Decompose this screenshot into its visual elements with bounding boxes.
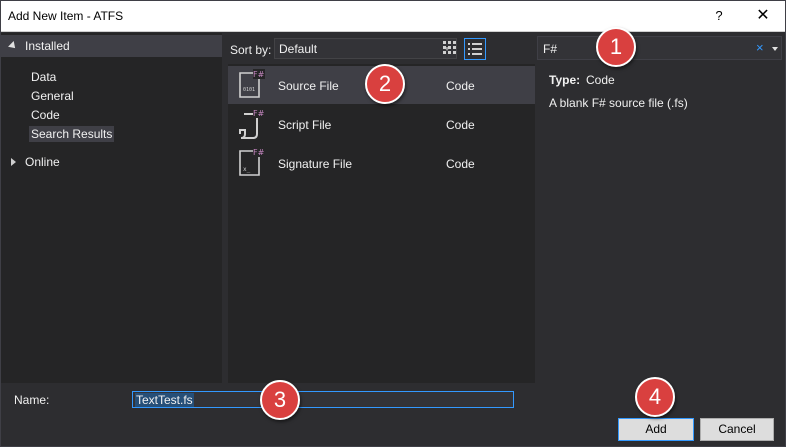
step-badge-2: 2 <box>365 64 405 104</box>
template-category: Code <box>446 118 475 132</box>
template-row-script-file[interactable]: F# Script File Code <box>228 105 535 143</box>
tree-item-general[interactable]: General <box>29 88 76 104</box>
add-new-item-dialog: Add New Item - ATFS ? ✕ Installed Data G… <box>0 0 786 447</box>
name-field-value: TextTest.fs <box>135 393 194 407</box>
details-type-label: Type: <box>549 73 581 87</box>
search-text: F# <box>543 42 558 56</box>
sort-by-dropdown[interactable]: Default <box>274 38 457 59</box>
fsharp-source-file-icon: F# 0101 <box>239 69 265 98</box>
name-field[interactable]: TextTest.fs <box>132 391 514 408</box>
category-tree: Installed Data General Code Search Resul… <box>1 33 222 383</box>
sort-by-label: Sort by: <box>230 43 272 57</box>
svg-text:x_: x_ <box>243 166 251 173</box>
help-button[interactable]: ? <box>709 6 729 26</box>
cancel-button[interactable]: Cancel <box>700 418 774 441</box>
template-name: Source File <box>278 79 339 93</box>
tree-item-code[interactable]: Code <box>29 107 62 123</box>
svg-text:F#: F# <box>253 70 265 79</box>
title-bar: Add New Item - ATFS ? ✕ <box>1 1 785 32</box>
details-type-value: Code <box>586 73 615 87</box>
clear-search-icon[interactable]: × <box>756 40 764 55</box>
fsharp-signature-file-icon: F# x_ <box>239 147 265 176</box>
name-label: Name: <box>14 393 50 407</box>
svg-text:F#: F# <box>253 109 265 118</box>
template-row-signature-file[interactable]: F# x_ Signature File Code <box>228 144 535 182</box>
template-category: Code <box>446 157 475 171</box>
template-name: Signature File <box>278 157 353 171</box>
collapsed-arrow-icon[interactable] <box>11 158 16 166</box>
svg-text:0101: 0101 <box>243 87 255 93</box>
template-category: Code <box>446 79 475 93</box>
step-badge-3: 3 <box>260 380 300 420</box>
close-button[interactable]: ✕ <box>751 6 775 26</box>
expanded-arrow-icon[interactable] <box>8 41 18 51</box>
tree-item-search-results[interactable]: Search Results <box>29 126 115 142</box>
search-options-chevron-icon[interactable] <box>772 47 778 51</box>
tree-item-data[interactable]: Data <box>29 69 58 85</box>
step-badge-1: 1 <box>596 27 636 67</box>
details-description: A blank F# source file (.fs) <box>549 96 688 110</box>
fsharp-script-file-icon: F# <box>239 108 265 139</box>
tree-node-online[interactable]: Online <box>25 155 60 169</box>
window-title: Add New Item - ATFS <box>8 9 124 23</box>
sort-toolbar: Sort by: Default <box>223 33 535 63</box>
search-input[interactable]: F# × <box>537 36 782 60</box>
svg-text:F#: F# <box>253 148 265 157</box>
tree-node-installed-label: Installed <box>25 39 70 53</box>
grid-view-icon[interactable] <box>442 40 460 58</box>
tree-node-installed[interactable]: Installed <box>1 35 222 57</box>
template-name: Script File <box>278 118 332 132</box>
template-list: F# 0101 Source File Code F# Script File … <box>228 64 535 383</box>
step-badge-4: 4 <box>635 377 675 417</box>
sort-by-value: Default <box>279 42 318 56</box>
list-view-icon[interactable] <box>464 38 486 60</box>
add-button[interactable]: Add <box>618 418 694 441</box>
